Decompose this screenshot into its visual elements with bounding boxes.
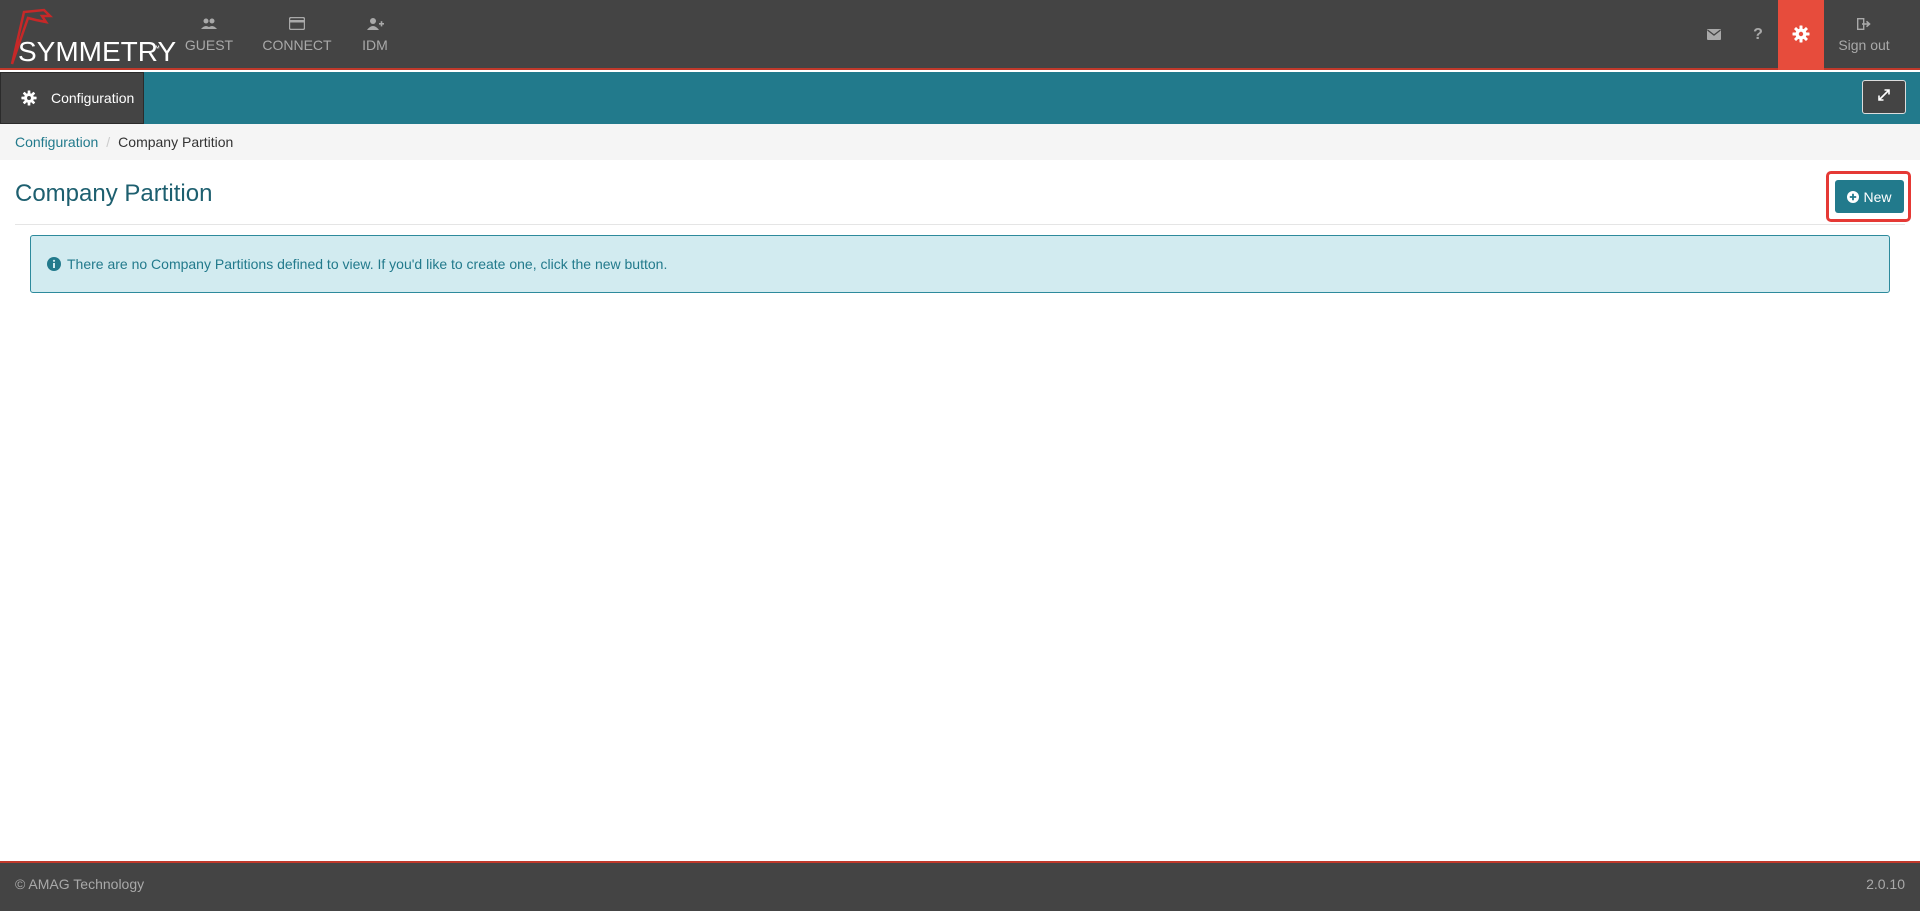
tab-configuration-label: Configuration: [51, 90, 135, 106]
nav-item-guest[interactable]: GUEST: [176, 0, 242, 70]
mail-button[interactable]: [1692, 0, 1736, 70]
symmetry-logo[interactable]: SYMMETRY ™: [6, 6, 176, 67]
sign-out-icon: [1856, 17, 1871, 31]
sign-out-label: Sign out: [1838, 37, 1890, 53]
top-navbar: SYMMETRY ™ GUEST CONNECT IDM ? Sign out: [0, 0, 1920, 70]
nav-item-guest-label: GUEST: [184, 37, 234, 53]
plus-circle-icon: [1847, 190, 1860, 203]
nav-item-connect[interactable]: CONNECT: [258, 0, 336, 70]
new-button[interactable]: New: [1835, 180, 1904, 213]
module-bar: Configuration: [0, 72, 1920, 124]
settings-button[interactable]: [1778, 0, 1824, 70]
fullscreen-button[interactable]: [1862, 80, 1906, 114]
users-icon: [201, 17, 217, 33]
breadcrumb: Configuration / Company Partition: [0, 124, 1920, 160]
header-divider: [15, 224, 1905, 225]
breadcrumb-company-partition: Company Partition: [118, 134, 234, 150]
nav-item-idm-label: IDM: [362, 37, 388, 53]
nav-item-idm[interactable]: IDM: [356, 0, 394, 70]
gear-icon: [21, 90, 37, 106]
help-icon: ?: [1753, 26, 1763, 43]
empty-state-message: There are no Company Partitions defined …: [67, 256, 668, 272]
breadcrumb-configuration[interactable]: Configuration: [15, 134, 98, 150]
footer: © AMAG Technology 2.0.10: [0, 861, 1920, 911]
gear-icon: [1792, 25, 1810, 46]
tab-configuration[interactable]: Configuration: [0, 72, 144, 124]
logo-trademark: ™: [152, 44, 160, 53]
footer-version: 2.0.10: [1866, 876, 1905, 892]
info-circle-icon: [47, 257, 61, 271]
help-button[interactable]: ?: [1736, 0, 1780, 70]
expand-icon: [1878, 88, 1890, 106]
sign-out-button[interactable]: Sign out: [1824, 0, 1904, 70]
envelope-icon: [1707, 27, 1721, 43]
user-plus-icon: [366, 17, 384, 33]
empty-state-alert: There are no Company Partitions defined …: [30, 235, 1890, 293]
credit-card-icon: [288, 16, 306, 33]
page-title: Company Partition: [15, 180, 213, 207]
breadcrumb-separator: /: [106, 134, 111, 150]
new-button-label: New: [1863, 188, 1892, 205]
footer-copyright: © AMAG Technology: [15, 876, 145, 892]
nav-item-connect-label: CONNECT: [262, 37, 332, 53]
